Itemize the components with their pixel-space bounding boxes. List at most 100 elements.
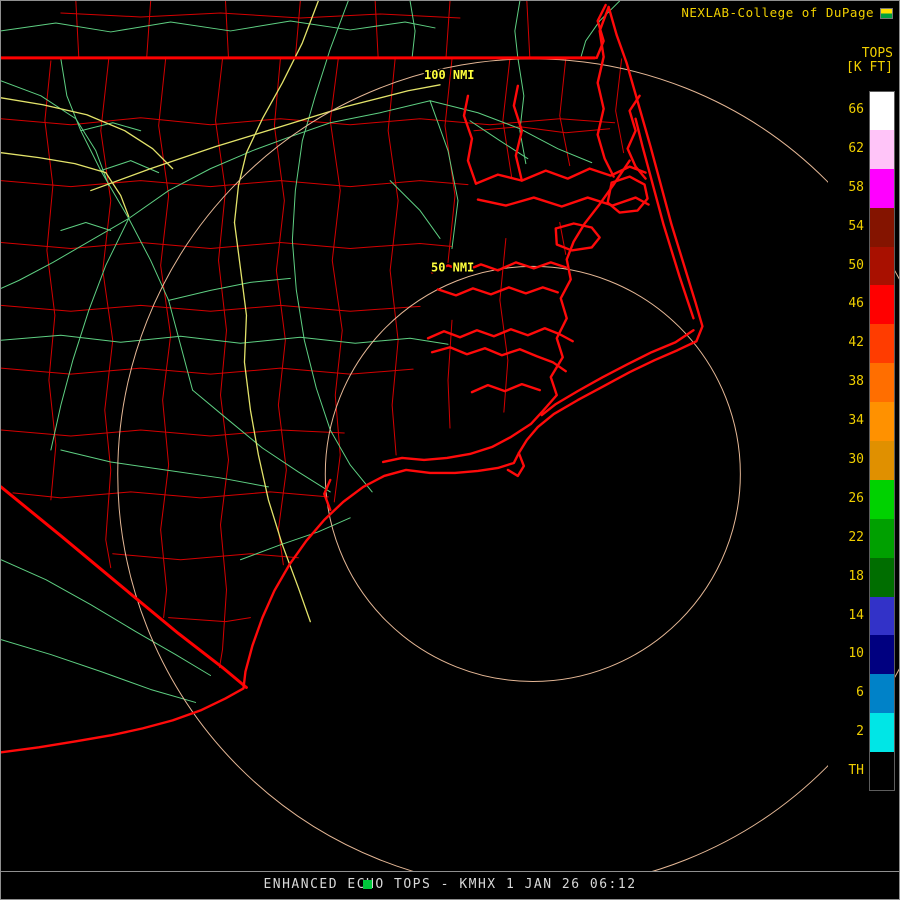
colorbar-swatch [869, 519, 895, 558]
roads-secondary-path [518, 58, 526, 164]
roads-primary-path [91, 85, 440, 191]
county-borders-path [1, 430, 344, 436]
state-borders-path [1, 487, 246, 688]
colorbar-swatch [869, 713, 895, 752]
colorbar-label: 42 [828, 324, 864, 363]
colorbar-label: 46 [828, 285, 864, 324]
colorbar-level-26: 26 [828, 480, 895, 519]
colorbar-label: 30 [828, 441, 864, 480]
range-ring-label: 50 NMI [431, 260, 474, 274]
colorbar-level-18: 18 [828, 558, 895, 597]
colorbar-label: 66 [828, 91, 864, 130]
roads-secondary-path [240, 518, 350, 560]
county-borders-path [169, 618, 251, 622]
coastline-path [432, 347, 566, 371]
county-borders-path [147, 1, 151, 58]
roads-primary-path [234, 223, 310, 622]
roads-secondary-path [129, 123, 331, 219]
colorbar-swatch [869, 130, 895, 169]
roads-secondary-path [51, 219, 129, 450]
roads-secondary-path [101, 161, 159, 173]
coastline-path [608, 177, 648, 213]
roads-secondary-path [1, 560, 211, 676]
range-ring [118, 59, 899, 889]
coastline-path [598, 7, 614, 177]
colorbar-label: 14 [828, 597, 864, 636]
colorbar-swatch [869, 169, 895, 208]
county-borders-path [61, 13, 460, 18]
roads-secondary-path [430, 101, 458, 249]
colorbar-swatch [869, 285, 895, 324]
roads-secondary-path [410, 1, 415, 58]
roads-secondary-path [515, 1, 520, 58]
colorbar-level-6: 6 [828, 674, 895, 713]
roads-secondary-path [61, 59, 129, 219]
coastline-path [542, 330, 694, 415]
colorbar-level-30: 30 [828, 441, 895, 480]
colorbar-label: 54 [828, 208, 864, 247]
colorbar-level-58: 58 [828, 169, 895, 208]
roads-secondary-path [390, 181, 440, 239]
roads-secondary-path [61, 450, 269, 487]
credit-text: NEXLAB-College of DuPage [681, 5, 874, 20]
colorbar-swatch [869, 324, 895, 363]
colorbar-label: 62 [828, 130, 864, 169]
county-borders-path [375, 1, 378, 58]
colorbar-swatch [869, 674, 895, 713]
colorbar-swatch [869, 480, 895, 519]
radar-frame: 50 NMI 100 NMI NEXLAB-College of DuPage T… [0, 0, 900, 900]
roads-secondary-path [1, 335, 448, 344]
echo-tops-colorbar: 66625854504642383430262218141062TH [828, 91, 895, 791]
radar-map-svg: 50 NMI 100 NMI [1, 1, 899, 899]
colorbar-swatch [869, 752, 895, 791]
county-borders-path [500, 238, 508, 412]
county-borders-path [101, 59, 113, 568]
colorbar-header: TOPS [K FT] [842, 47, 893, 75]
county-borders-path [216, 59, 229, 668]
county-borders-path [1, 242, 452, 248]
colorbar-label: 2 [828, 713, 864, 752]
county-borders-path [448, 320, 452, 428]
colorbar-swatch [869, 91, 895, 130]
colorbar-level-66: 66 [828, 91, 895, 130]
county-borders-path [474, 127, 610, 133]
credit-line: NEXLAB-College of DuPage [681, 5, 893, 20]
county-borders-path [388, 59, 398, 455]
colorbar-level-62: 62 [828, 130, 895, 169]
county-borders-path [527, 1, 530, 58]
roads-primary-path [1, 98, 173, 169]
colorbar-label: 26 [828, 480, 864, 519]
county-borders-path [446, 1, 450, 58]
colorbar-title: TOPS [846, 47, 893, 61]
coastline-path [636, 119, 694, 319]
colorbar-label: 34 [828, 402, 864, 441]
colorbar-swatch [869, 597, 895, 636]
caption-bar: ENHANCED ECHO TOPS - KMHX 1 JAN 26 06:12 [1, 871, 899, 899]
roads-secondary-path [330, 101, 591, 163]
range-ring-label: 100 NMI [424, 68, 474, 82]
roads-secondary-path [1, 81, 109, 186]
colorbar-level-46: 46 [828, 285, 895, 324]
county-borders-path [503, 59, 512, 179]
colorbar-label: 6 [828, 674, 864, 713]
roads-primary-path [234, 1, 318, 223]
coastline-path [428, 328, 573, 341]
colorbar-swatch [869, 363, 895, 402]
colorbar-swatch [869, 247, 895, 286]
caption-marker-icon [363, 880, 372, 889]
layer-range-rings [118, 59, 899, 889]
colorbar-levels: 66625854504642383430262218141062TH [828, 91, 895, 791]
cod-logo-icon [880, 8, 893, 19]
county-borders-path [1, 305, 420, 311]
colorbar-level-34: 34 [828, 402, 895, 441]
coastline-path [478, 198, 649, 207]
colorbar-level-2: 2 [828, 713, 895, 752]
colorbar-label: TH [828, 752, 864, 791]
colorbar-level-22: 22 [828, 519, 895, 558]
roads-secondary-path [169, 278, 291, 300]
colorbar-level-38: 38 [828, 363, 895, 402]
roads-primary-path [1, 153, 106, 173]
colorbar-label: 18 [828, 558, 864, 597]
county-borders-path [113, 554, 299, 560]
colorbar-swatch [869, 208, 895, 247]
